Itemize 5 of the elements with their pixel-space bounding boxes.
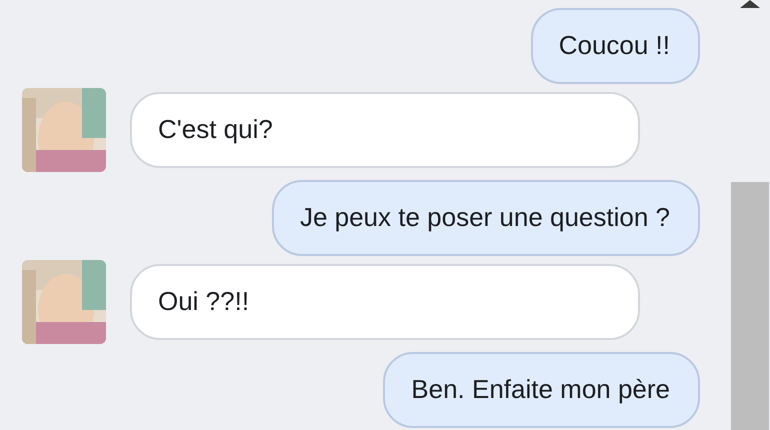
sent-message: Coucou !! [530, 8, 700, 84]
sent-message: Je peux te poser une question ? [272, 180, 700, 256]
received-message: C'est qui? [130, 92, 640, 168]
sent-message: Ben. Enfaite mon père [383, 352, 700, 428]
received-message: Oui ??!! [130, 264, 640, 340]
